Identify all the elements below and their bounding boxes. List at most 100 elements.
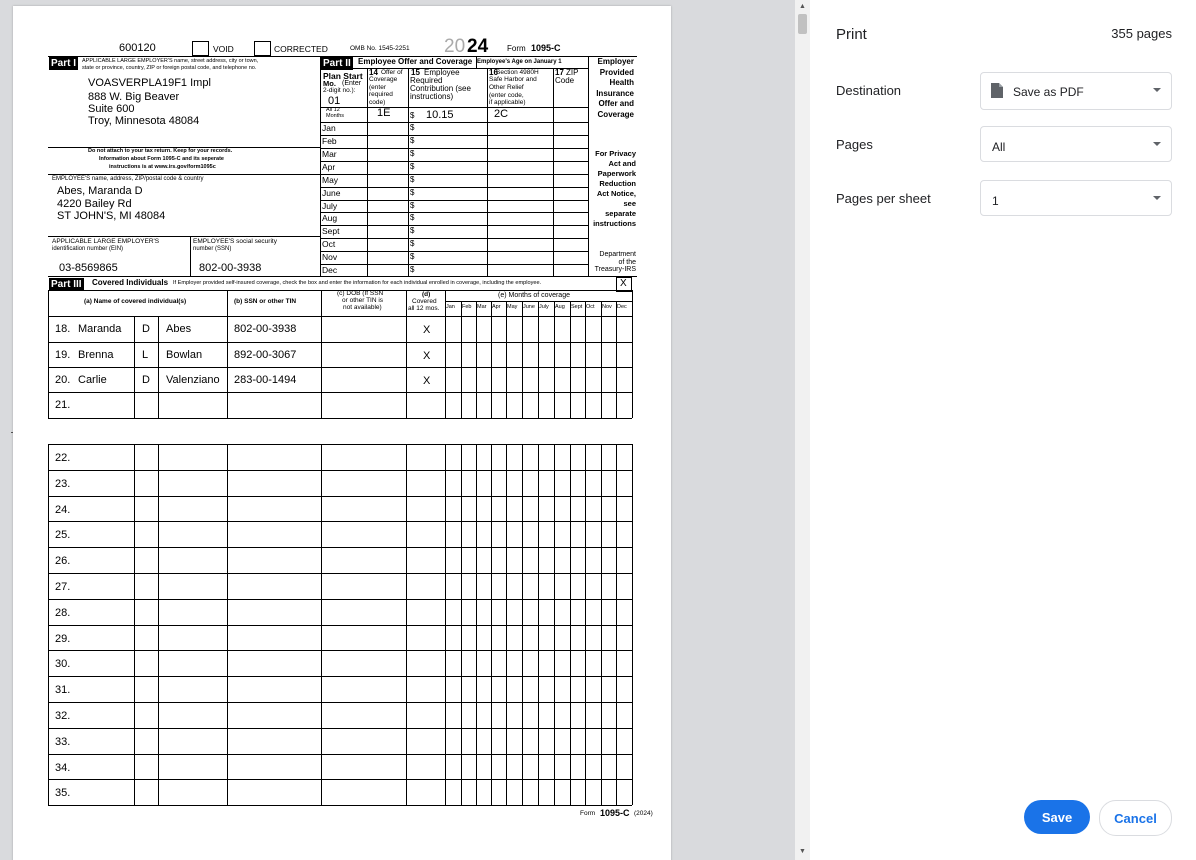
rule bbox=[320, 212, 588, 213]
tax-year-prefix: 20 bbox=[444, 36, 466, 57]
rule bbox=[570, 301, 571, 316]
month-label-apr: Apr bbox=[322, 162, 336, 172]
employer-name: VOASVERPLA19F1 Impl bbox=[88, 77, 211, 89]
rule bbox=[585, 316, 586, 418]
rule bbox=[538, 316, 539, 418]
dollar-sign: $ bbox=[410, 123, 415, 132]
month-label-aug: Aug bbox=[322, 213, 338, 223]
covered-row-number: 21. bbox=[55, 399, 71, 411]
month-label-sept: Sept bbox=[322, 226, 340, 236]
rule bbox=[461, 444, 462, 805]
plan-start-value: 01 bbox=[328, 95, 341, 107]
month-header-nov: Nov bbox=[602, 304, 612, 310]
employer-street: 888 W. Big Beaver bbox=[88, 91, 180, 103]
age-label: Employee's Age on January 1 bbox=[477, 59, 562, 65]
dollar-sign: $ bbox=[410, 136, 415, 145]
part3-note: If Employer provided self-insured covera… bbox=[173, 280, 542, 286]
pages-per-sheet-select[interactable]: 1 bbox=[980, 180, 1172, 216]
rule bbox=[588, 56, 589, 276]
chevron-down-icon bbox=[1153, 196, 1161, 200]
rule bbox=[487, 68, 488, 276]
month-header-feb: Feb bbox=[462, 304, 472, 310]
rule bbox=[48, 276, 637, 277]
dollar-sign: $ bbox=[410, 213, 415, 222]
dollar-sign: $ bbox=[410, 149, 415, 158]
rule bbox=[632, 444, 633, 805]
pages-select[interactable]: All bbox=[980, 126, 1172, 162]
preview-scrollbar[interactable]: ▲ ▼ bbox=[795, 0, 810, 860]
rule bbox=[506, 316, 507, 418]
rule bbox=[461, 316, 462, 418]
pages-per-sheet-value: 1 bbox=[992, 194, 999, 208]
col17-l2: Code bbox=[555, 76, 575, 85]
void-checkbox[interactable] bbox=[192, 41, 209, 56]
corrected-checkbox[interactable] bbox=[254, 41, 271, 56]
rule bbox=[48, 496, 632, 497]
destination-value: Save as PDF bbox=[1013, 85, 1084, 99]
covered-row-number: 23. bbox=[55, 477, 71, 490]
covered-row-number: 28. bbox=[55, 606, 71, 619]
col-a-header: (a) Name of covered individual(s) bbox=[84, 298, 187, 305]
covered-first-name: Maranda bbox=[78, 323, 122, 335]
rule bbox=[445, 444, 446, 805]
document-icon bbox=[991, 83, 1003, 98]
rule bbox=[506, 301, 507, 316]
rule bbox=[570, 444, 571, 805]
rule bbox=[616, 444, 617, 805]
tax-year-suffix: 24 bbox=[467, 36, 489, 57]
covered-all12-mark: X bbox=[423, 375, 431, 387]
cancel-button[interactable]: Cancel bbox=[1099, 800, 1172, 836]
rule bbox=[48, 728, 632, 729]
rule bbox=[48, 418, 632, 419]
rule bbox=[491, 301, 492, 316]
save-button[interactable]: Save bbox=[1024, 800, 1090, 834]
col-c-header-3: not available) bbox=[343, 304, 382, 311]
month-label-mar: Mar bbox=[322, 149, 337, 159]
rule bbox=[522, 444, 523, 805]
dollar-sign: $ bbox=[410, 252, 415, 261]
scroll-down-icon[interactable]: ▼ bbox=[799, 848, 806, 855]
rule bbox=[585, 301, 586, 316]
preview-page: 600120 VOID CORRECTED OMB No. 1545-2251 20 24… bbox=[13, 6, 671, 860]
covered-middle-initial: L bbox=[142, 349, 149, 361]
rule bbox=[321, 444, 322, 805]
covered-row-number: 26. bbox=[55, 555, 71, 568]
month-label-feb: Feb bbox=[322, 136, 337, 146]
rule bbox=[554, 301, 555, 316]
rule bbox=[616, 316, 617, 418]
rule bbox=[616, 301, 617, 316]
print-preview-area: 600120 VOID CORRECTED OMB No. 1545-2251 20 24… bbox=[0, 0, 795, 860]
rule bbox=[554, 316, 555, 418]
rule bbox=[461, 301, 462, 316]
page-count: 355 pages bbox=[1111, 26, 1172, 41]
covered-last-name: Valenziano bbox=[166, 374, 220, 386]
month-header-oct: Oct bbox=[586, 304, 595, 310]
rule bbox=[632, 316, 633, 418]
destination-select[interactable]: Save as PDF bbox=[980, 72, 1172, 110]
rule bbox=[601, 301, 602, 316]
employer-city: Troy, Minnesota 48084 bbox=[88, 115, 200, 127]
rule bbox=[320, 148, 588, 149]
covered-row-number: 25. bbox=[55, 529, 71, 542]
scroll-thumb[interactable] bbox=[798, 14, 807, 34]
rule bbox=[491, 316, 492, 418]
covered-row-number: 27. bbox=[55, 581, 71, 593]
rule bbox=[476, 316, 477, 418]
rule bbox=[406, 290, 407, 316]
rule bbox=[320, 187, 588, 188]
covered-row-number: 19. bbox=[55, 349, 71, 361]
side-note-1: Health bbox=[609, 78, 634, 87]
scroll-up-icon[interactable]: ▲ bbox=[799, 3, 806, 10]
ssn-header: EMPLOYEE'S social security bbox=[193, 238, 277, 245]
ein-header-2: identification number (EIN) bbox=[52, 246, 124, 252]
rule bbox=[320, 264, 588, 265]
part3-title: Covered Individuals bbox=[92, 278, 169, 287]
rule bbox=[48, 805, 632, 806]
rule bbox=[227, 316, 228, 418]
chevron-down-icon bbox=[1153, 88, 1161, 92]
side-note-3: Treasury-IRS bbox=[594, 266, 636, 273]
rule bbox=[406, 444, 407, 805]
part1-label: Part I bbox=[49, 57, 79, 70]
omb-number: OMB No. 1545-2251 bbox=[350, 45, 410, 52]
rule bbox=[476, 301, 477, 316]
